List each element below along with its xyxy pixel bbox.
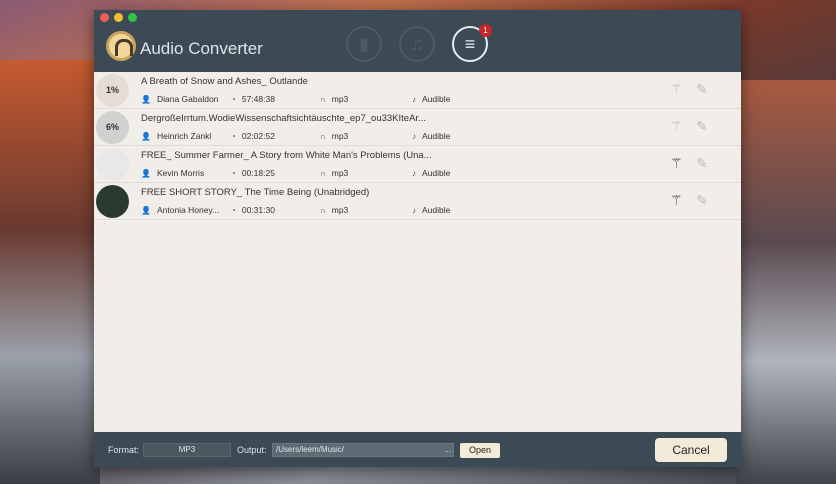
- item-title: FREE SHORT STORY_ The Time Being (Unabri…: [141, 187, 370, 198]
- item-author: Diana Gabaldon: [156, 94, 219, 104]
- headphones-icon: ∩: [320, 206, 326, 215]
- cover-thumbnail: 6%: [96, 111, 129, 144]
- item-format: mp3: [331, 94, 349, 104]
- item-author: Kevin Morris: [156, 168, 205, 178]
- clock-icon: ◔: [231, 132, 236, 141]
- headphones-icon: ∩: [320, 95, 326, 104]
- person-icon: 👤: [141, 206, 151, 215]
- note-icon: ♪: [412, 95, 416, 104]
- cover-thumbnail: [96, 148, 129, 181]
- cover-thumbnail: 1%: [96, 74, 129, 107]
- magic-wand-icon[interactable]: ⚚: [670, 118, 683, 135]
- magic-wand-icon[interactable]: ⚚: [670, 81, 683, 98]
- item-source: Audible: [422, 168, 451, 178]
- person-icon: 👤: [141, 132, 151, 141]
- cancel-button[interactable]: Cancel: [655, 438, 727, 462]
- item-title: FREE_ Summer Farmer_ A Story from White …: [141, 150, 432, 161]
- item-format: mp3: [331, 205, 349, 215]
- title-bar: Audio Converter ▮ ♫ ≡ 1: [94, 10, 741, 72]
- desktop-wallpaper: [736, 80, 836, 484]
- item-source: Audible: [422, 94, 451, 104]
- item-author: Heinrich Zankl: [156, 131, 212, 141]
- cover-thumbnail: [96, 185, 129, 218]
- item-duration: 02:02:52: [241, 131, 275, 141]
- headphones-icon: ∩: [320, 132, 326, 141]
- item-format: mp3: [331, 131, 349, 141]
- open-button[interactable]: Open: [460, 443, 500, 458]
- output-label: Output:: [237, 445, 267, 455]
- list-item[interactable]: FREE_ Summer Farmer_ A Story from White …: [94, 146, 741, 183]
- clock-icon: ◔: [231, 169, 236, 178]
- magic-wand-icon[interactable]: ⚚: [670, 155, 683, 172]
- item-source: Audible: [422, 205, 451, 215]
- edit-icon[interactable]: ✎: [696, 81, 708, 98]
- item-duration: 00:31:30: [241, 205, 275, 215]
- item-duration: 57:48:38: [241, 94, 275, 104]
- output-path-field[interactable]: /Users/leem/Music/...: [272, 443, 454, 457]
- zoom-button[interactable]: [128, 13, 137, 22]
- minimize-button[interactable]: [114, 13, 123, 22]
- output-path: /Users/leem/Music/: [276, 445, 345, 454]
- edit-icon[interactable]: ✎: [696, 192, 708, 209]
- desktop-wallpaper: [0, 60, 100, 484]
- note-icon: ♪: [412, 132, 416, 141]
- person-icon: 👤: [141, 95, 151, 104]
- list-item[interactable]: FREE SHORT STORY_ The Time Being (Unabri…: [94, 183, 741, 220]
- headphones-icon: ∩: [320, 169, 326, 178]
- app-window: Audio Converter ▮ ♫ ≡ 1 1% A Breath of Sn…: [94, 10, 741, 467]
- badge-count: 1: [479, 24, 492, 37]
- audiobook-list: 1% A Breath of Snow and Ashes_ Outlande …: [94, 72, 741, 220]
- edit-icon[interactable]: ✎: [696, 155, 708, 172]
- person-icon: 👤: [141, 169, 151, 178]
- format-select[interactable]: MP3: [143, 443, 231, 457]
- format-value: MP3: [178, 445, 196, 454]
- note-icon: ♪: [412, 206, 416, 215]
- item-duration: 00:18:25: [241, 168, 275, 178]
- clock-icon: ◔: [231, 95, 236, 104]
- item-source: Audible: [422, 131, 451, 141]
- list-item[interactable]: 6% DergroßeIrrtum.WodieWissenschaftsicht…: [94, 109, 741, 146]
- music-icon[interactable]: ♫: [399, 26, 435, 62]
- footer-bar: Format: MP3 Output: /Users/leem/Music/..…: [94, 432, 741, 467]
- note-icon: ♪: [412, 169, 416, 178]
- item-format: mp3: [331, 168, 349, 178]
- headphones-logo-icon: [106, 31, 136, 61]
- edit-icon[interactable]: ✎: [696, 118, 708, 135]
- item-title: DergroßeIrrtum.WodieWissenschaftsichtäus…: [141, 113, 426, 124]
- format-label: Format:: [108, 445, 140, 455]
- magic-wand-icon[interactable]: ⚚: [670, 192, 683, 209]
- app-title: Audio Converter: [140, 39, 263, 58]
- book-icon[interactable]: ▮: [346, 26, 382, 62]
- checklist-icon[interactable]: ≡ 1: [452, 24, 492, 62]
- item-title: A Breath of Snow and Ashes_ Outlande: [141, 76, 308, 87]
- item-author: Antonia Honey...: [156, 205, 220, 215]
- list-item[interactable]: 1% A Breath of Snow and Ashes_ Outlande …: [94, 72, 741, 109]
- clock-icon: ◔: [231, 206, 236, 215]
- browse-button[interactable]: ...: [444, 444, 451, 456]
- close-button[interactable]: [100, 13, 109, 22]
